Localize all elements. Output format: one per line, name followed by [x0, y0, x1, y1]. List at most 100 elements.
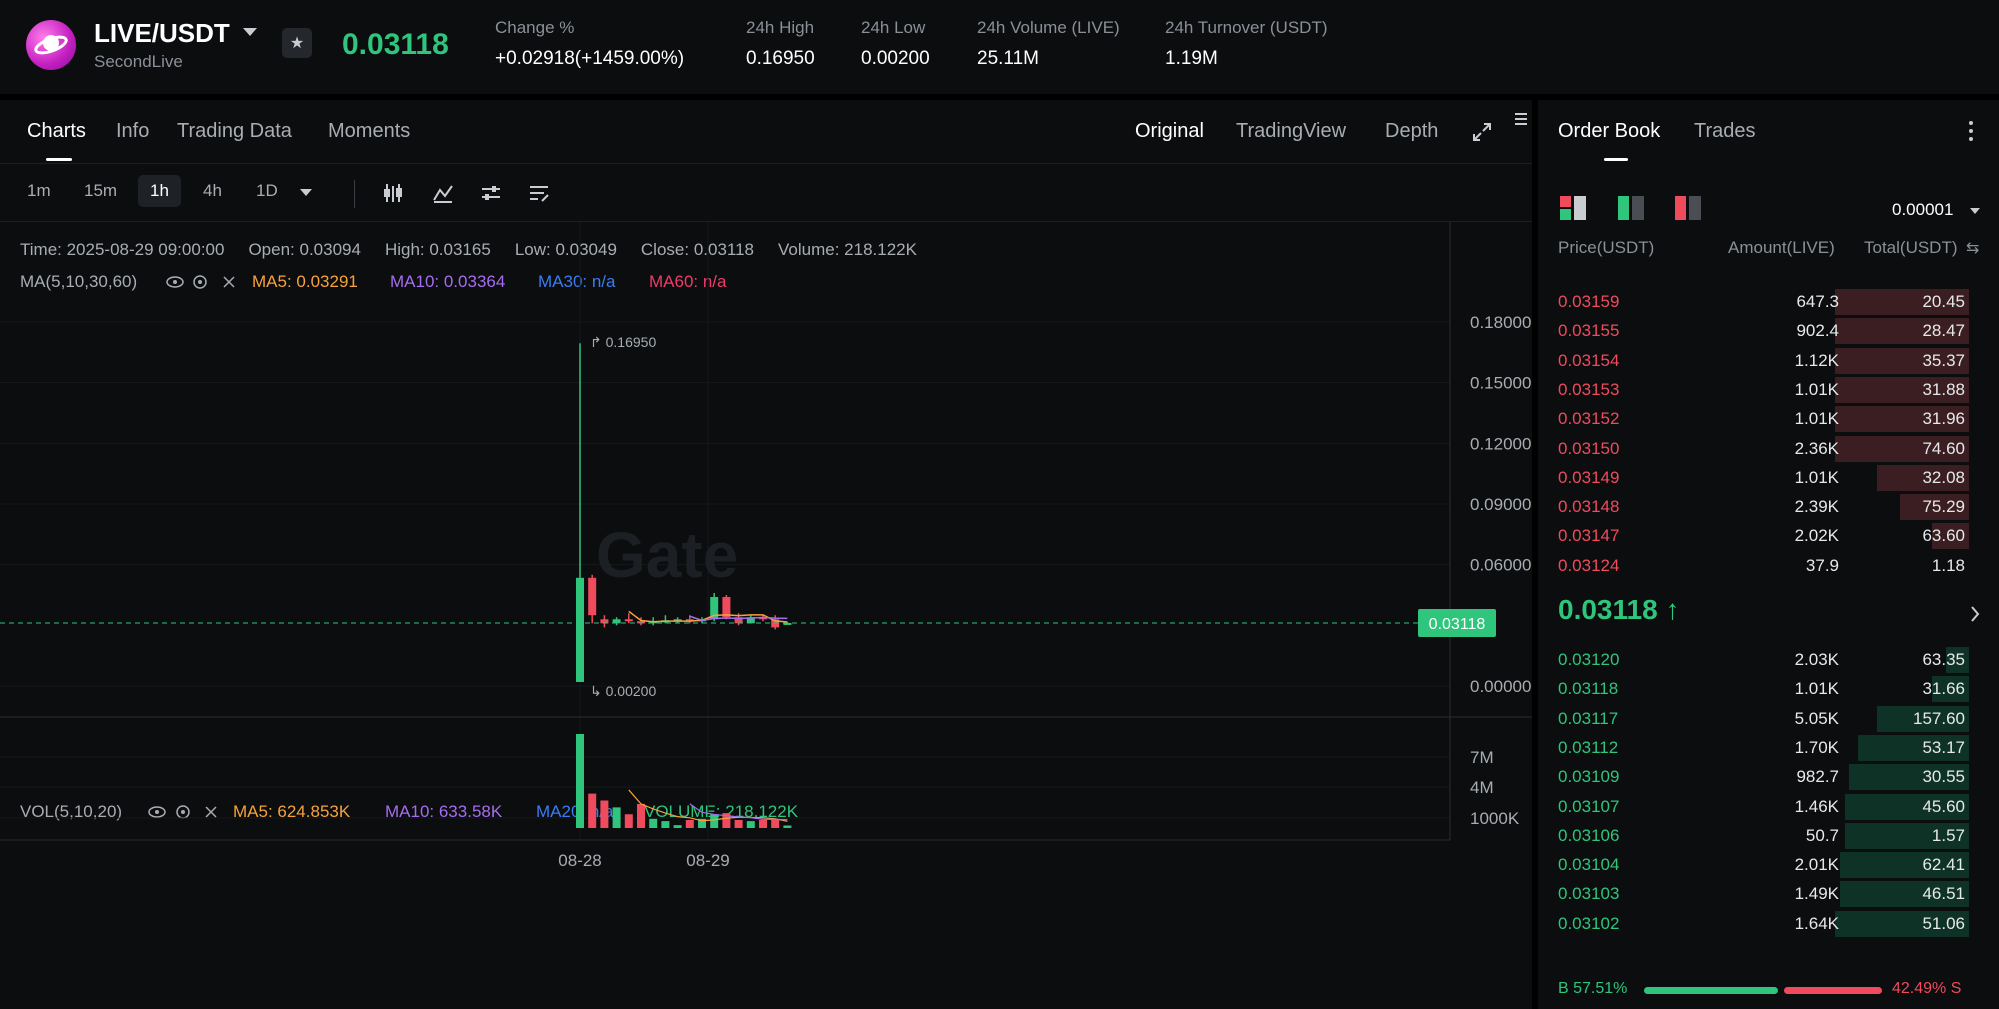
view-asks-icon[interactable]	[1675, 196, 1701, 220]
fullscreen-icon[interactable]	[1472, 122, 1492, 142]
volume-bar	[588, 793, 597, 828]
order-price: 0.03124	[1558, 555, 1620, 575]
tab-moments[interactable]: Moments	[328, 120, 410, 143]
precision-select[interactable]: 0.00001	[1892, 200, 1953, 220]
bid-row[interactable]: 0.03109 982.7 30.55	[1538, 763, 1999, 791]
bid-row[interactable]: 0.03106 50.7 1.57	[1538, 822, 1999, 850]
last-price: 0.03118	[342, 28, 449, 61]
drawing-tools-icon[interactable]	[528, 182, 550, 204]
indicators-icon[interactable]	[432, 182, 454, 204]
order-price: 0.03120	[1558, 650, 1620, 669]
ticker-header: LIVE/USDT SecondLive ★ 0.03118 Change % …	[0, 0, 1999, 94]
volume-bar	[734, 819, 743, 828]
ask-row[interactable]: 0.03147 2.02K 63.60	[1538, 522, 1999, 550]
tf-1m[interactable]: 1m	[27, 181, 51, 201]
stat-value: 0.16950	[746, 48, 815, 69]
stat-label: 24h Volume (LIVE)	[977, 18, 1120, 37]
order-price: 0.03155	[1558, 321, 1620, 341]
tab-depth[interactable]: Depth	[1385, 120, 1438, 143]
volume-bar	[759, 819, 767, 828]
order-amount: 37.9	[1805, 555, 1839, 575]
order-amount: 1.46K	[1794, 796, 1839, 816]
orderbook-panel: Order Book Trades 0.00001 Price(USDT) Am…	[1538, 100, 1999, 1009]
bid-row[interactable]: 0.03112 1.70K 53.17	[1538, 734, 1999, 762]
precision-dropdown-icon[interactable]	[1970, 208, 1980, 214]
volume-tick-label: 7M	[1470, 748, 1494, 767]
volume-bar	[649, 818, 658, 828]
bid-row[interactable]: 0.03103 1.49K 46.51	[1538, 880, 1999, 908]
stat-change: Change % +0.02918(+1459.00%)	[495, 18, 684, 70]
chart-panel: Charts Info Trading Data Moments Origina…	[0, 100, 1532, 1009]
volume-bar	[600, 800, 609, 828]
view-bids-icon[interactable]	[1618, 196, 1644, 220]
bid-row[interactable]: 0.03104 2.01K 62.41	[1538, 851, 1999, 879]
header-price: Price(USDT)	[1558, 238, 1655, 257]
ask-row[interactable]: 0.03148 2.39K 75.29	[1538, 493, 1999, 521]
candlestick-type-icon[interactable]	[382, 182, 404, 204]
order-price: 0.03117	[1558, 708, 1619, 728]
gate-watermark: Gate	[596, 519, 738, 591]
price-tick-label: 0.00000	[1470, 677, 1531, 696]
order-total: 45.60	[1922, 796, 1965, 816]
tab-order-book[interactable]: Order Book	[1558, 120, 1660, 143]
tf-1d[interactable]: 1D	[256, 181, 278, 201]
settings-sliders-icon[interactable]	[480, 182, 502, 204]
ask-row[interactable]: 0.03124 37.9 1.18	[1538, 552, 1999, 580]
ask-row[interactable]: 0.03153 1.01K 31.88	[1538, 376, 1999, 404]
sell-ratio: 42.49% S	[1892, 980, 1962, 997]
secondlive-logo	[26, 20, 76, 70]
order-total: 46.51	[1922, 884, 1965, 904]
ask-row[interactable]: 0.03154 1.12K 35.37	[1538, 347, 1999, 375]
ask-row[interactable]: 0.03159 647.3 20.45	[1538, 288, 1999, 316]
volume-bar	[624, 814, 633, 828]
order-amount: 2.01K	[1794, 855, 1839, 875]
bid-row[interactable]: 0.03102 1.64K 51.06	[1538, 910, 1999, 938]
swap-units-icon[interactable]: ⇆	[1966, 238, 1979, 258]
order-price: 0.03147	[1558, 526, 1620, 546]
tab-info[interactable]: Info	[116, 120, 149, 143]
bid-row[interactable]: 0.03117 5.05K 157.60	[1538, 705, 1999, 733]
tab-tradingview[interactable]: TradingView	[1236, 120, 1346, 143]
tab-trading-data[interactable]: Trading Data	[177, 120, 292, 143]
bid-row[interactable]: 0.03118 1.01K 31.66	[1538, 675, 1999, 703]
buy-sell-ratio-bar	[1644, 987, 1882, 994]
pair-dropdown-icon[interactable]	[243, 28, 257, 36]
volume-bar	[673, 825, 682, 828]
order-total: 35.37	[1922, 350, 1965, 370]
pair-name[interactable]: LIVE/USDT	[94, 18, 230, 49]
order-total: 20.45	[1922, 292, 1965, 311]
toolbar-divider	[354, 180, 355, 208]
bid-row[interactable]: 0.03107 1.46K 45.60	[1538, 793, 1999, 821]
menu-icon[interactable]	[1514, 112, 1528, 128]
tab-trades[interactable]: Trades	[1694, 120, 1756, 143]
view-both-icon[interactable]	[1560, 196, 1586, 220]
more-options-icon[interactable]	[1968, 120, 1974, 142]
tab-active-indicator	[1604, 158, 1628, 161]
ask-row[interactable]: 0.03152 1.01K 31.96	[1538, 405, 1999, 433]
ask-row[interactable]: 0.03155 902.4 28.47	[1538, 317, 1999, 345]
tf-1h[interactable]: 1h	[138, 175, 181, 207]
bid-row[interactable]: 0.03120 2.03K 63.35	[1538, 646, 1999, 674]
tab-original[interactable]: Original	[1135, 120, 1204, 143]
stat-24h-turnover: 24h Turnover (USDT) 1.19M	[1165, 18, 1328, 70]
favorite-star-icon[interactable]: ★	[282, 28, 312, 58]
order-price: 0.03154	[1558, 350, 1620, 370]
chevron-right-icon[interactable]	[1970, 606, 1980, 622]
order-price: 0.03118	[1558, 679, 1619, 699]
price-tick-label: 0.12000	[1470, 434, 1531, 453]
order-total: 30.55	[1922, 767, 1965, 787]
vol-ma10-line	[689, 803, 788, 821]
tab-charts[interactable]: Charts	[27, 120, 86, 143]
ask-row[interactable]: 0.03150 2.36K 74.60	[1538, 435, 1999, 463]
order-amount: 647.3	[1796, 292, 1839, 311]
order-amount: 1.12K	[1794, 350, 1839, 370]
price-tick-label: 0.15000	[1470, 374, 1531, 393]
timeframe-dropdown-icon[interactable]	[300, 189, 312, 196]
order-amount: 1.01K	[1794, 679, 1839, 699]
price-chart[interactable]: Gate 0.18000 0.15000 0.12000 0.09000 0.06000 0…	[0, 222, 1532, 1009]
tf-4h[interactable]: 4h	[203, 181, 222, 201]
tf-15m[interactable]: 15m	[84, 181, 117, 201]
order-price: 0.03149	[1558, 467, 1620, 487]
sell-ratio-fill	[1783, 987, 1882, 994]
ask-row[interactable]: 0.03149 1.01K 32.08	[1538, 464, 1999, 492]
